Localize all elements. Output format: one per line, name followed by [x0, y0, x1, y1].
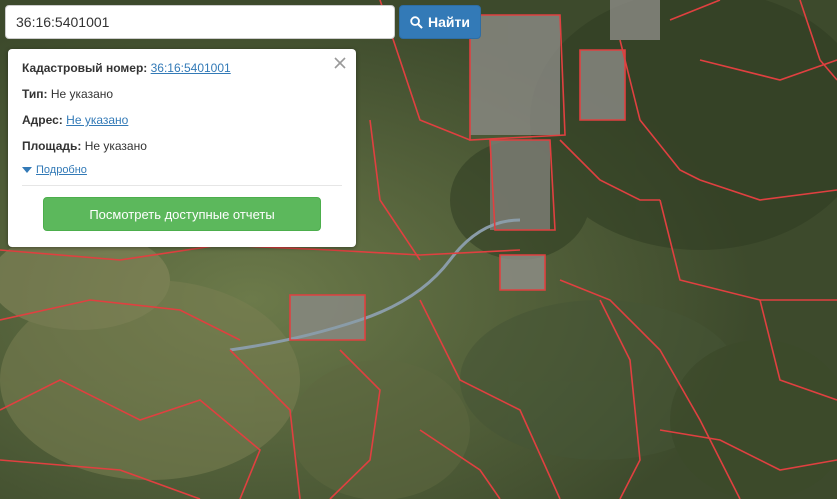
area-label: Площадь: — [22, 139, 82, 153]
search-button-label: Найти — [428, 14, 470, 30]
search-icon — [410, 15, 423, 29]
search-bar: Найти — [5, 5, 481, 39]
address-link[interactable]: Не указано — [66, 113, 128, 127]
search-input[interactable] — [5, 5, 395, 39]
cadastral-row: Кадастровый номер: 36:16:5401001 — [22, 61, 342, 75]
close-icon[interactable] — [332, 55, 348, 71]
address-label: Адрес: — [22, 113, 63, 127]
type-value: Не указано — [50, 87, 114, 101]
parcel-info-popup: Кадастровый номер: 36:16:5401001 Тип: Не… — [8, 49, 356, 247]
cadastral-label: Кадастровый номер: — [22, 61, 148, 75]
view-reports-button[interactable]: Посмотреть доступные отчеты — [43, 197, 321, 231]
type-row: Тип: Не указано — [22, 87, 342, 101]
divider — [22, 185, 342, 186]
caret-down-icon — [22, 167, 32, 173]
type-label: Тип: — [22, 87, 48, 101]
details-link[interactable]: Подробно — [36, 164, 87, 176]
details-toggle[interactable]: Подробно — [22, 164, 342, 176]
address-row: Адрес: Не указано — [22, 113, 342, 127]
area-value: Не указано — [84, 139, 147, 153]
search-button[interactable]: Найти — [399, 5, 481, 39]
area-row: Площадь: Не указано — [22, 139, 342, 153]
cadastral-number-link[interactable]: 36:16:5401001 — [151, 61, 231, 75]
